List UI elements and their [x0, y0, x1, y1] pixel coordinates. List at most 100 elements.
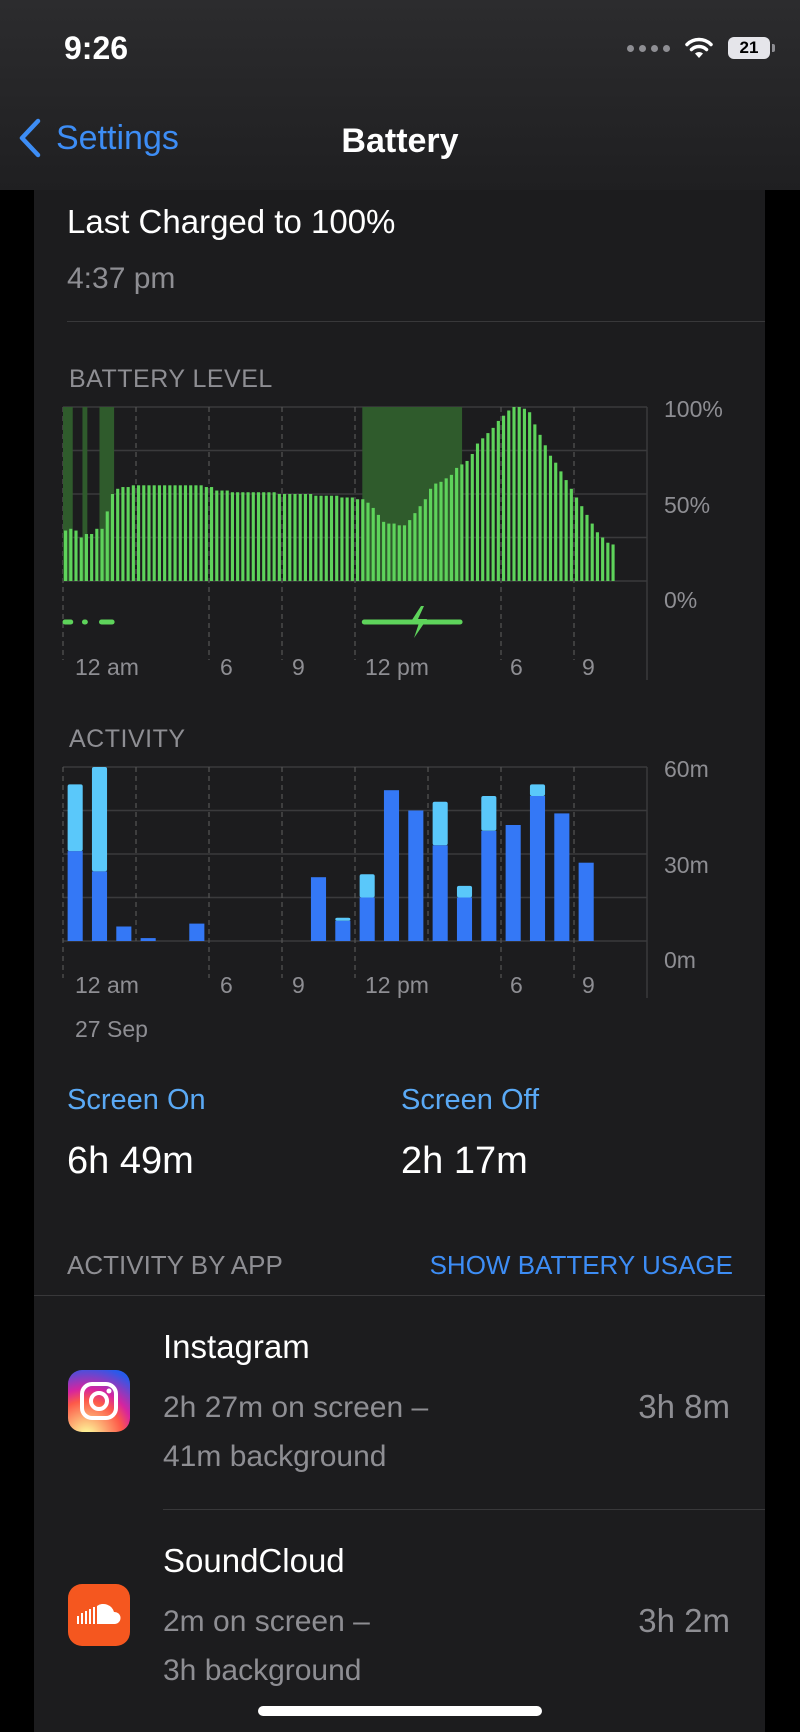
- activity-x-tick-6pm: 6: [510, 972, 523, 998]
- battery-bar: [350, 497, 354, 581]
- battery-bar: [444, 478, 448, 581]
- screen-on-bar: [432, 845, 448, 941]
- battery-bar: [460, 464, 464, 581]
- battery-bar: [84, 534, 88, 581]
- activity-by-app-label: ACTIVITY BY APP: [67, 1250, 283, 1280]
- battery-bar: [538, 434, 542, 581]
- battery-bar: [157, 485, 161, 581]
- battery-bar: [470, 453, 474, 581]
- screen-off-bar: [481, 796, 497, 831]
- battery-bar: [277, 494, 281, 581]
- battery-status-icon: 21: [728, 37, 775, 59]
- battery-bar: [585, 514, 589, 581]
- battery-bar: [272, 492, 276, 581]
- battery-bar: [564, 480, 568, 581]
- separator: [34, 1295, 765, 1296]
- battery-bar: [178, 485, 182, 581]
- battery-bar: [199, 485, 203, 581]
- home-indicator[interactable]: [258, 1706, 542, 1716]
- battery-bar: [147, 485, 151, 581]
- battery-bar: [455, 467, 459, 581]
- battery-level-label: BATTERY LEVEL: [69, 365, 273, 393]
- battery-bar: [210, 487, 214, 581]
- screen-on-bar: [91, 871, 108, 941]
- battery-bar: [194, 485, 198, 581]
- battery-bar: [79, 537, 83, 581]
- last-charged-title: Last Charged to 100%: [67, 203, 396, 240]
- battery-bar: [522, 408, 526, 581]
- screen-off-bar: [67, 784, 83, 852]
- battery-bar: [402, 525, 407, 581]
- activity-y-tick-30m: 30m: [664, 852, 709, 878]
- battery-bar: [314, 495, 318, 581]
- battery-bar: [74, 530, 78, 581]
- battery-bar: [575, 497, 579, 581]
- app-total-time: 3h 8m: [638, 1388, 730, 1425]
- battery-bar: [387, 523, 391, 581]
- battery-bar: [303, 494, 307, 581]
- battery-bar: [429, 488, 433, 581]
- battery-bar: [554, 462, 558, 581]
- battery-x-tick-6am: 6: [220, 654, 233, 680]
- battery-bar: [256, 492, 261, 581]
- show-battery-usage-link[interactable]: SHOW BATTERY USAGE: [430, 1250, 733, 1281]
- battery-bar: [590, 523, 594, 581]
- battery-bar: [434, 483, 438, 581]
- battery-bar: [324, 495, 328, 581]
- battery-bar: [512, 407, 516, 581]
- battery-bar: [298, 494, 302, 581]
- battery-y-tick-100: 100%: [664, 396, 723, 422]
- battery-x-tick-9pm: 9: [582, 654, 595, 680]
- battery-x-tick-12am: 12 am: [75, 654, 139, 680]
- battery-bar: [225, 490, 229, 581]
- battery-bar: [204, 487, 208, 581]
- battery-y-tick-50: 50%: [664, 492, 710, 518]
- screen-off-value: 2h 17m: [401, 1140, 528, 1182]
- battery-bar: [595, 532, 599, 581]
- battery-x-tick-9am: 9: [292, 654, 305, 680]
- wifi-icon: [685, 37, 713, 58]
- battery-bar: [309, 494, 313, 581]
- battery-bar: [116, 488, 120, 581]
- screen-off-label: Screen Off: [401, 1084, 540, 1116]
- battery-bar: [366, 502, 370, 581]
- screen-on-bar: [310, 877, 327, 941]
- activity-x-tick-9am: 9: [292, 972, 305, 998]
- screen-on-bar: [481, 830, 497, 941]
- screen-off-bar: [456, 885, 473, 898]
- activity-y-tick-60m: 60m: [664, 756, 709, 782]
- screen-on-value: 6h 49m: [67, 1140, 194, 1182]
- page-title: Battery: [341, 122, 459, 160]
- battery-bar: [335, 495, 339, 581]
- battery-bar: [95, 528, 99, 581]
- battery-bar: [502, 415, 506, 581]
- battery-bar: [413, 513, 417, 581]
- activity-chart[interactable]: 60m 30m 0m 12 am 6 9 12 pm 6 9 27 Sep: [60, 756, 760, 1050]
- battery-bar: [183, 485, 188, 581]
- battery-bar: [423, 499, 427, 581]
- soundcloud-icon: [68, 1584, 130, 1646]
- activity-x-tick-12pm: 12 pm: [365, 972, 429, 998]
- battery-bar: [465, 460, 469, 581]
- battery-bar: [601, 537, 605, 581]
- battery-bar: [137, 485, 141, 581]
- battery-bar: [293, 494, 297, 581]
- battery-bar: [569, 488, 573, 581]
- battery-x-tick-6pm: 6: [510, 654, 523, 680]
- battery-bar: [215, 490, 219, 581]
- battery-bar: [236, 492, 240, 581]
- battery-bar: [481, 438, 485, 581]
- battery-level-chart[interactable]: 100% 50% 0% 12 am 6 9 12 pm 6 9: [60, 396, 760, 700]
- separator: [67, 321, 765, 322]
- battery-bar: [189, 485, 193, 581]
- battery-bar: [439, 481, 443, 581]
- battery-bar: [491, 427, 495, 581]
- battery-bar: [528, 412, 532, 581]
- activity-y-tick-0m: 0m: [664, 947, 696, 973]
- separator: [163, 1509, 765, 1510]
- activity-label: ACTIVITY: [69, 725, 186, 753]
- app-name: SoundCloud: [163, 1542, 345, 1579]
- battery-bar: [329, 495, 334, 581]
- screen-off-bar: [359, 874, 375, 898]
- screen-on-bar: [554, 813, 570, 941]
